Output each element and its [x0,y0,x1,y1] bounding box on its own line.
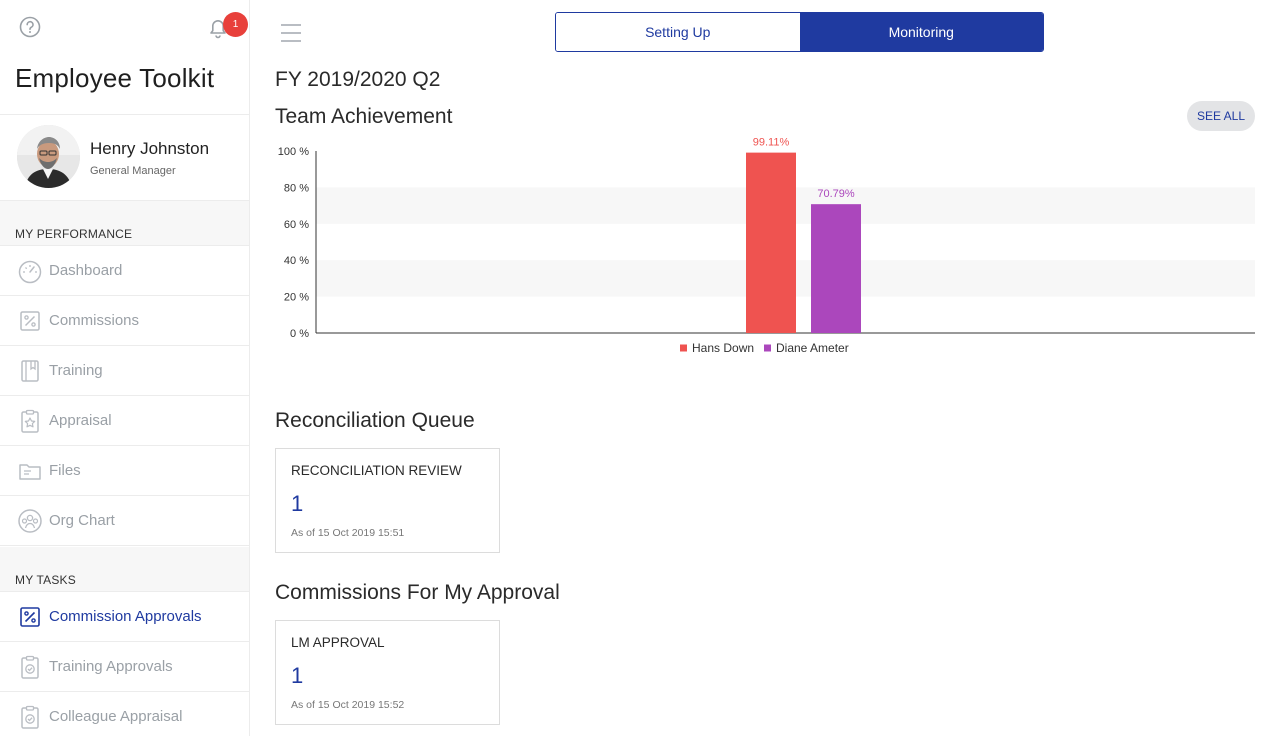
sidebar-item-commission-approvals[interactable]: Commission Approvals [0,592,249,642]
clipboard-check-icon [21,705,39,729]
percent-icon [20,607,40,627]
user-name: Henry Johnston [90,139,210,158]
sidebar-item-training-approvals[interactable]: Training Approvals [0,642,249,692]
sidebar: 1 Employee Toolkit Henry Johnston Genera… [0,0,250,736]
lm-approval-card[interactable]: LM APPROVAL 1 As of 15 Oct 2019 15:52 [275,620,500,725]
y-tick-label: 0 % [290,328,309,340]
legend-swatch [680,344,687,352]
sidebar-item-label: Appraisal [49,412,112,429]
commissions-approval-title: Commissions For My Approval [275,581,560,604]
y-tick-label: 40 % [284,255,309,267]
section-heading: MY PERFORMANCE [15,227,133,241]
sidebar-item-colleague-appraisal[interactable]: Colleague Appraisal [0,692,249,736]
section-my-tasks: MY TASKS [0,547,249,592]
app-title: Employee Toolkit [15,63,215,93]
section-heading: MY TASKS [15,573,76,587]
data-label: 70.79% [817,188,855,200]
legend-label: Hans Down [692,341,754,355]
folder-icon [19,464,41,480]
team-achievement-chart: 0 % 20 % 40 % 60 % 80 % 100 % 99.11% 70.79% Hans… [278,138,1255,355]
bar-2 [811,204,861,333]
sidebar-item-label: Training [49,362,103,379]
sidebar-item-label: Commissions [49,312,140,329]
sidebar-item-files[interactable]: Files [0,446,249,496]
data-label: 99.11% [753,138,790,149]
sidebar-item-label: Files [49,462,81,479]
sidebar-item-org-chart[interactable]: Org Chart [0,496,249,546]
sidebar-item-appraisal[interactable]: Appraisal [0,396,249,446]
avatar[interactable] [17,125,80,188]
card-title: RECONCILIATION REVIEW [291,463,462,478]
tab-setting-up[interactable]: Setting Up [556,13,800,51]
y-tick-label: 100 % [278,146,309,158]
team-achievement-title: Team Achievement [275,105,453,128]
user-profile[interactable]: Henry Johnston General Manager [0,114,249,201]
card-count: 1 [291,663,304,688]
sidebar-item-training[interactable]: Training [0,346,249,396]
y-tick-label: 80 % [284,182,309,194]
sidebar-item-label: Dashboard [49,262,123,279]
legend-label: Diane Ameter [776,341,849,355]
y-tick-label: 60 % [284,219,309,231]
sidebar-item-label: Training Approvals [49,658,173,675]
people-circle-icon [18,509,42,533]
card-count: 1 [291,491,304,516]
clipboard-check-icon [21,655,39,679]
legend-swatch [764,344,771,352]
reconciliation-review-card[interactable]: RECONCILIATION REVIEW 1 As of 15 Oct 201… [275,448,500,553]
mode-toggle: Setting Up Monitoring [555,12,1044,52]
sidebar-header: 1 Employee Toolkit [0,0,249,114]
sidebar-item-label: Colleague Appraisal [49,708,183,725]
period-title: FY 2019/2020 Q2 [275,68,441,91]
notification-badge[interactable]: 1 [223,12,248,37]
sidebar-item-commissions[interactable]: Commissions [0,296,249,346]
percent-icon [20,311,40,331]
clipboard-star-icon [21,409,39,433]
user-role: General Manager [90,165,176,177]
see-all-button[interactable]: SEE ALL [1187,101,1255,131]
section-my-performance: MY PERFORMANCE [0,201,249,246]
help-icon[interactable] [19,16,41,38]
reconciliation-queue-title: Reconciliation Queue [275,409,475,432]
sidebar-item-dashboard[interactable]: Dashboard [0,246,249,296]
menu-icon[interactable] [281,24,301,42]
sidebar-item-label: Commission Approvals [49,608,202,625]
sidebar-item-label: Org Chart [49,512,115,529]
tab-monitoring[interactable]: Monitoring [799,13,1043,51]
gauge-icon [18,260,42,284]
book-icon [21,360,39,382]
y-tick-label: 20 % [284,292,309,304]
bar-1 [746,152,796,333]
card-timestamp: As of 15 Oct 2019 15:51 [291,527,405,539]
card-timestamp: As of 15 Oct 2019 15:52 [291,699,405,711]
card-title: LM APPROVAL [291,635,385,650]
